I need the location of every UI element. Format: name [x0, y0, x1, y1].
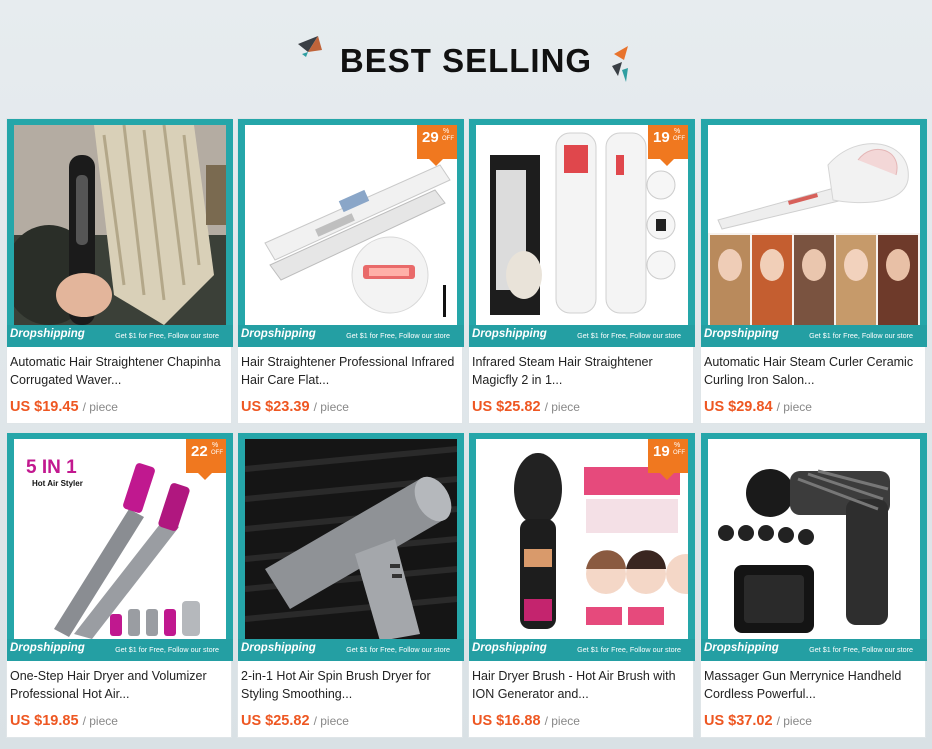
- dropshipping-label: Dropshipping: [241, 642, 316, 654]
- percent-sign: %: [674, 128, 681, 135]
- promo-strip: Dropshipping Get $1 for Free, Follow our…: [701, 639, 927, 661]
- product-title[interactable]: Automatic Hair Steam Curler Ceramic Curl…: [704, 353, 926, 389]
- discount-badge: 22 % OFF: [186, 439, 226, 480]
- discount-value: 22: [191, 443, 208, 460]
- percent-sign: %: [212, 442, 219, 449]
- page-title: BEST SELLING: [339, 42, 593, 79]
- product-image[interactable]: Dropshipping Get $1 for Free, Follow our…: [701, 433, 927, 661]
- product-image[interactable]: 19 % OFF Dropshipping Get $1 for Free, F…: [469, 433, 695, 661]
- price-unit: / piece: [313, 714, 349, 728]
- product-image[interactable]: Dropshipping Get $1 for Free, Follow our…: [7, 119, 233, 347]
- discount-value: 29: [422, 129, 439, 146]
- product-card[interactable]: Dropshipping Get $1 for Free, Follow our…: [700, 118, 927, 424]
- product-price: US $29.84 / piece: [704, 399, 812, 415]
- section-header: BEST SELLING: [0, 0, 932, 110]
- promo-strip: Dropshipping Get $1 for Free, Follow our…: [469, 639, 695, 661]
- product-card[interactable]: 29 % OFF Dropshipping Get $1 for Free, F…: [237, 118, 464, 424]
- product-card[interactable]: Dropshipping Get $1 for Free, Follow our…: [700, 432, 927, 738]
- price-value: US $37.02: [704, 713, 773, 729]
- promo-strip: Dropshipping Get $1 for Free, Follow our…: [238, 639, 464, 661]
- price-unit: / piece: [544, 714, 580, 728]
- dropshipping-label: Dropshipping: [704, 642, 779, 654]
- triangle-deco-icon: [612, 46, 628, 82]
- promo-text: Get $1 for Free, Follow our store: [577, 331, 681, 340]
- promo-strip: Dropshipping Get $1 for Free, Follow our…: [7, 639, 233, 661]
- off-label: OFF: [673, 136, 685, 142]
- product-image[interactable]: Dropshipping Get $1 for Free, Follow our…: [701, 119, 927, 347]
- dropshipping-label: Dropshipping: [472, 328, 547, 340]
- product-price: US $19.85 / piece: [10, 713, 118, 729]
- dropshipping-label: Dropshipping: [10, 328, 85, 340]
- off-label: OFF: [211, 450, 223, 456]
- product-card[interactable]: 5 IN 1 Hot Air Styler 22 % OFF Dropshipp…: [6, 432, 233, 738]
- promo-strip: Dropshipping Get $1 for Free, Follow our…: [7, 325, 233, 347]
- product-card[interactable]: Dropshipping Get $1 for Free, Follow our…: [237, 432, 464, 738]
- price-value: US $29.84: [704, 399, 773, 415]
- product-image[interactable]: 29 % OFF Dropshipping Get $1 for Free, F…: [238, 119, 464, 347]
- promo-text: Get $1 for Free, Follow our store: [346, 331, 450, 340]
- promo-text: Get $1 for Free, Follow our store: [809, 331, 913, 340]
- promo-strip: Dropshipping Get $1 for Free, Follow our…: [469, 325, 695, 347]
- product-price: US $37.02 / piece: [704, 713, 812, 729]
- discount-badge: 29 % OFF: [417, 125, 457, 166]
- price-value: US $16.88: [472, 713, 541, 729]
- product-title[interactable]: Hair Straightener Professional Infrared …: [241, 353, 463, 389]
- product-title[interactable]: Hair Dryer Brush - Hot Air Brush with IO…: [472, 667, 694, 703]
- promo-text: Get $1 for Free, Follow our store: [115, 645, 219, 654]
- styler-headline: 5 IN 1: [26, 457, 77, 478]
- price-value: US $19.85: [10, 713, 79, 729]
- price-value: US $25.82: [241, 713, 310, 729]
- product-title[interactable]: 2-in-1 Hot Air Spin Brush Dryer for Styl…: [241, 667, 463, 703]
- discount-value: 19: [653, 129, 670, 146]
- discount-badge: 19 % OFF: [648, 439, 688, 480]
- product-title[interactable]: Infrared Steam Hair Straightener Magicfl…: [472, 353, 694, 389]
- off-label: OFF: [673, 450, 685, 456]
- product-image[interactable]: Dropshipping Get $1 for Free, Follow our…: [238, 433, 464, 661]
- product-price: US $25.82 / piece: [472, 399, 580, 415]
- product-price: US $25.82 / piece: [241, 713, 349, 729]
- promo-strip: Dropshipping Get $1 for Free, Follow our…: [701, 325, 927, 347]
- product-title[interactable]: Automatic Hair Straightener Chapinha Cor…: [10, 353, 232, 389]
- product-image[interactable]: 5 IN 1 Hot Air Styler 22 % OFF Dropshipp…: [7, 433, 233, 661]
- dropshipping-label: Dropshipping: [10, 642, 85, 654]
- styler-subline: Hot Air Styler: [32, 479, 83, 488]
- dropshipping-label: Dropshipping: [704, 328, 779, 340]
- discount-badge: 19 % OFF: [648, 125, 688, 166]
- price-unit: / piece: [82, 400, 118, 414]
- product-title[interactable]: Massager Gun Merrynice Handheld Cordless…: [704, 667, 926, 703]
- promo-strip: Dropshipping Get $1 for Free, Follow our…: [238, 325, 464, 347]
- percent-sign: %: [674, 442, 681, 449]
- product-price: US $16.88 / piece: [472, 713, 580, 729]
- product-card[interactable]: Dropshipping Get $1 for Free, Follow our…: [6, 118, 233, 424]
- promo-text: Get $1 for Free, Follow our store: [809, 645, 913, 654]
- price-unit: / piece: [82, 714, 118, 728]
- price-unit: / piece: [776, 714, 812, 728]
- product-price: US $23.39 / piece: [241, 399, 349, 415]
- price-unit: / piece: [544, 400, 580, 414]
- percent-sign: %: [443, 128, 450, 135]
- product-card[interactable]: 19 % OFF Dropshipping Get $1 for Free, F…: [468, 432, 695, 738]
- price-value: US $19.45: [10, 399, 79, 415]
- promo-text: Get $1 for Free, Follow our store: [346, 645, 450, 654]
- product-card[interactable]: 19 % OFF Dropshipping Get $1 for Free, F…: [468, 118, 695, 424]
- price-unit: / piece: [313, 400, 349, 414]
- price-value: US $25.82: [472, 399, 541, 415]
- off-label: OFF: [442, 136, 454, 142]
- price-value: US $23.39: [241, 399, 310, 415]
- dropshipping-label: Dropshipping: [472, 642, 547, 654]
- price-unit: / piece: [776, 400, 812, 414]
- promo-text: Get $1 for Free, Follow our store: [577, 645, 681, 654]
- product-image[interactable]: 19 % OFF Dropshipping Get $1 for Free, F…: [469, 119, 695, 347]
- product-price: US $19.45 / piece: [10, 399, 118, 415]
- dropshipping-label: Dropshipping: [241, 328, 316, 340]
- promo-text: Get $1 for Free, Follow our store: [115, 331, 219, 340]
- product-title[interactable]: One-Step Hair Dryer and Volumizer Profes…: [10, 667, 232, 703]
- discount-value: 19: [653, 443, 670, 460]
